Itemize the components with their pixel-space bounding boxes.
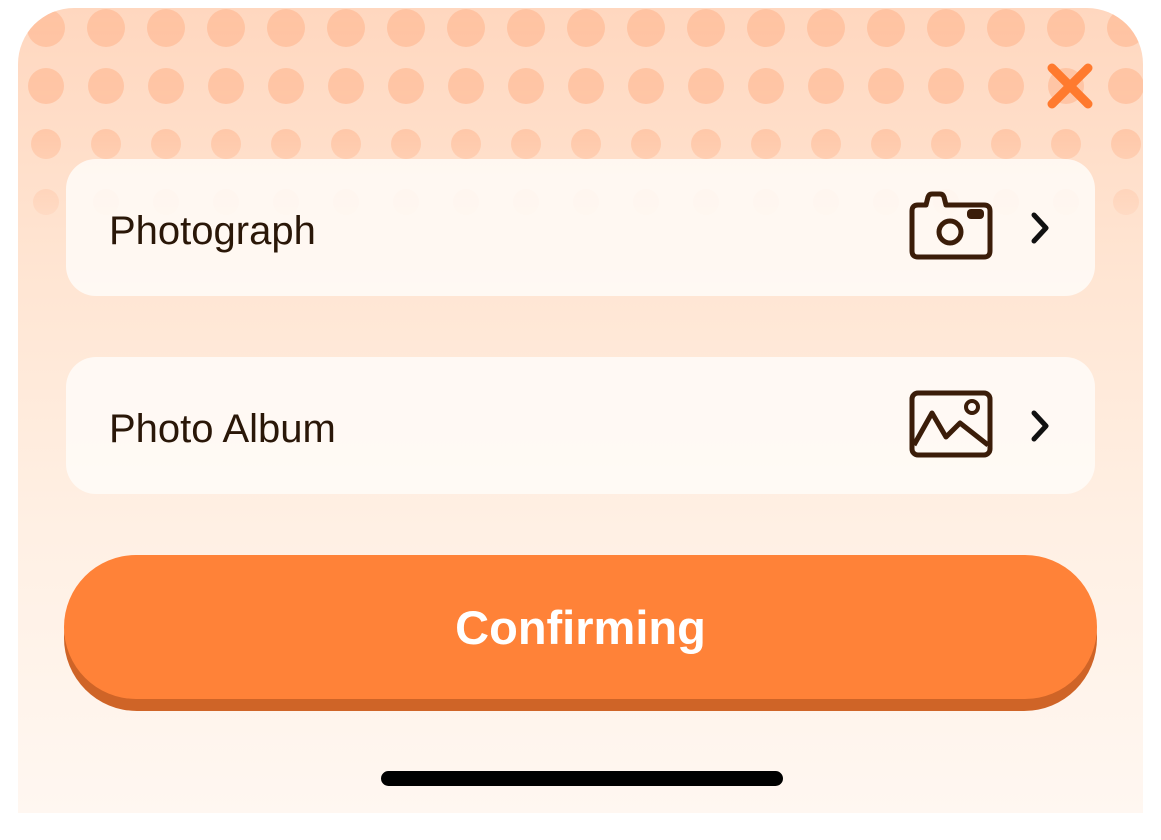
option-label: Photo Album: [109, 407, 336, 451]
background-dot: [751, 129, 781, 159]
background-dot: [391, 129, 421, 159]
background-dot: [1108, 68, 1143, 104]
home-indicator: [381, 771, 783, 786]
background-dot: [448, 68, 484, 104]
background-dot: [207, 9, 245, 47]
photo-source-dialog: Photograph Photo Album Confirming: [18, 8, 1143, 813]
background-dot: [1047, 9, 1085, 47]
chevron-right-icon: [1031, 410, 1049, 442]
background-dot: [807, 9, 845, 47]
background-dot: [571, 129, 601, 159]
background-dot: [91, 129, 121, 159]
background-dot: [628, 68, 664, 104]
option-label: Photograph: [109, 209, 316, 253]
background-dot: [327, 9, 365, 47]
background-dot: [451, 129, 481, 159]
background-dot: [687, 9, 725, 47]
background-dot: [627, 9, 665, 47]
background-dot: [987, 9, 1025, 47]
background-dot: [691, 129, 721, 159]
chevron-right-icon: [1031, 212, 1049, 244]
background-dot: [1111, 129, 1141, 159]
close-icon[interactable]: [1042, 58, 1098, 114]
background-dot: [148, 68, 184, 104]
background-dot: [511, 129, 541, 159]
background-dot: [811, 129, 841, 159]
background-dot: [868, 68, 904, 104]
background-dot: [928, 68, 964, 104]
background-dot: [87, 9, 125, 47]
background-dot: [1051, 129, 1081, 159]
background-dot: [991, 129, 1021, 159]
background-dot: [507, 9, 545, 47]
background-dot: [1113, 189, 1139, 215]
background-dot: [568, 68, 604, 104]
background-dot: [271, 129, 301, 159]
background-dot: [631, 129, 661, 159]
background-dot: [747, 9, 785, 47]
confirm-button-label: Confirming: [455, 601, 706, 654]
background-dot: [931, 129, 961, 159]
background-dot: [33, 189, 59, 215]
background-dot: [927, 9, 965, 47]
background-dot: [28, 68, 64, 104]
background-dot: [328, 68, 364, 104]
background-dot: [208, 68, 244, 104]
background-dot: [867, 9, 905, 47]
background-dot: [688, 68, 724, 104]
option-photo-album[interactable]: Photo Album: [66, 357, 1095, 494]
background-dot: [387, 9, 425, 47]
background-dot: [808, 68, 844, 104]
background-dot: [147, 9, 185, 47]
background-dot: [27, 9, 65, 47]
background-dot: [388, 68, 424, 104]
background-dot: [211, 129, 241, 159]
image-icon: [909, 390, 993, 458]
background-dot: [447, 9, 485, 47]
background-dot: [871, 129, 901, 159]
background-dot: [331, 129, 361, 159]
background-dot: [31, 129, 61, 159]
background-dot: [268, 68, 304, 104]
camera-icon: [909, 191, 993, 260]
background-dot: [988, 68, 1024, 104]
background-dot: [267, 9, 305, 47]
background-dot: [88, 68, 124, 104]
background-dot: [508, 68, 544, 104]
option-photograph[interactable]: Photograph: [66, 159, 1095, 296]
background-dot: [1107, 9, 1143, 47]
background-dot: [151, 129, 181, 159]
background-dot: [567, 9, 605, 47]
background-dot: [748, 68, 784, 104]
confirm-button[interactable]: Confirming: [64, 555, 1097, 711]
